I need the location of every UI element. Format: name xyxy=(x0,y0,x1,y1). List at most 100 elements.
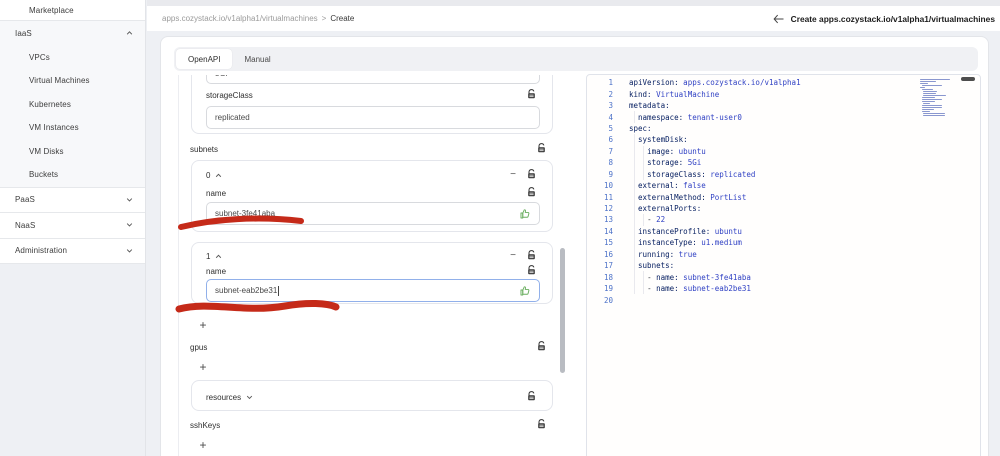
lock-icon[interactable] xyxy=(537,419,546,429)
line-number: 5 xyxy=(608,123,613,133)
system-disk-section-card: 5Gi storageClass replicated xyxy=(191,75,553,134)
tab-manual[interactable]: Manual xyxy=(232,49,282,69)
remove-subnet-1-button[interactable]: − xyxy=(510,251,516,261)
lock-icon[interactable] xyxy=(537,341,546,351)
subnet-0-name-input[interactable]: subnet-3fe41aba xyxy=(206,202,540,225)
top-bar: apps.cozystack.io/v1alpha1/virtualmachin… xyxy=(147,6,1000,31)
line-number: 3 xyxy=(608,101,613,111)
form-scrollbar[interactable] xyxy=(560,248,565,373)
subnet-0-name-label: name xyxy=(206,188,227,198)
sidebar-item-vm-disks[interactable]: VM Disks xyxy=(0,140,145,164)
sidebar-item-label: Buckets xyxy=(29,170,59,180)
lock-icon[interactable] xyxy=(527,250,536,260)
subnet-1-index: 1 xyxy=(206,251,211,261)
line-number: 14 xyxy=(603,226,613,236)
lock-icon[interactable] xyxy=(527,265,536,275)
line-number: 4 xyxy=(608,112,613,122)
sidebar-item-vpcs[interactable]: VPCs xyxy=(0,46,145,70)
sidebar-item-label: NaaS xyxy=(15,220,36,230)
sidebar-item-label: PaaS xyxy=(15,195,35,205)
line-number: 10 xyxy=(603,181,613,191)
subnet-1-name-label: name xyxy=(206,266,227,276)
line-number: 15 xyxy=(603,238,613,248)
thumbs-up-icon[interactable] xyxy=(519,208,531,220)
sidebar-item-buckets[interactable]: Buckets xyxy=(0,163,145,187)
app-root: Marketplace IaaS VPCs Virtual Machines Kuber… xyxy=(0,0,1000,456)
thumbs-up-icon[interactable] xyxy=(519,285,531,297)
lock-icon[interactable] xyxy=(537,143,546,153)
sidebar-item-vm-instances[interactable]: VM Instances xyxy=(0,116,145,140)
sidebar-item-iaas[interactable]: IaaS xyxy=(0,21,145,46)
chevron-down-icon xyxy=(126,223,133,228)
code-line: 20 xyxy=(587,294,980,305)
sidebar-item-label: Marketplace xyxy=(29,5,74,15)
resources-collapse-toggle[interactable]: resources xyxy=(206,390,253,404)
code-line: 8 storage: 5Gi xyxy=(587,157,980,169)
line-number: 2 xyxy=(608,89,613,99)
code-line: 18 - name: subnet-3fe41aba xyxy=(587,271,980,283)
lock-icon[interactable] xyxy=(527,391,536,401)
code-line: 5 spec: xyxy=(587,123,980,134)
storage-value: 5Gi xyxy=(215,75,227,78)
line-number: 13 xyxy=(603,215,613,225)
code-line: 19 - name: subnet-eab2be31 xyxy=(587,282,980,295)
breadcrumb-separator: > xyxy=(321,14,327,23)
sidebar-item-label: VPCs xyxy=(29,52,50,62)
line-number: 20 xyxy=(603,295,613,305)
code-line: 6 systemDisk: xyxy=(587,134,980,146)
code-line: 10 external: false xyxy=(587,179,980,192)
remove-subnet-0-button[interactable]: − xyxy=(510,170,516,180)
sidebar-item-label: IaaS xyxy=(15,28,32,38)
ssh-keys-label: sshKeys xyxy=(190,420,221,430)
subnet-0-index: 0 xyxy=(206,170,211,180)
breadcrumb-item-resource[interactable]: apps.cozystack.io/v1alpha1/virtualmachin… xyxy=(162,14,318,23)
lock-icon[interactable] xyxy=(527,187,536,197)
subnet-1-collapse-toggle[interactable]: 1 xyxy=(206,249,222,263)
lock-icon[interactable] xyxy=(527,89,536,99)
breadcrumb: apps.cozystack.io/v1alpha1/virtualmachin… xyxy=(147,14,354,23)
add-ssh-key-button[interactable]: + xyxy=(195,438,211,452)
minimap[interactable] xyxy=(920,79,966,117)
sidebar-item-marketplace[interactable]: Marketplace xyxy=(0,0,145,20)
code-line: 12 externalPorts: xyxy=(587,202,980,215)
line-number: 1 xyxy=(608,78,613,88)
storage-input[interactable]: 5Gi xyxy=(206,75,540,84)
sidebar-item-label: Administration xyxy=(15,246,68,256)
content-card: OpenAPI Manual 5Gi storageClass replicat… xyxy=(160,36,989,456)
code-line: 17 subnets: xyxy=(587,260,980,272)
line-number: 9 xyxy=(608,169,613,179)
chevron-down-icon xyxy=(246,395,253,400)
add-gpu-button[interactable]: + xyxy=(195,360,211,374)
chevron-down-icon xyxy=(126,248,133,253)
resources-section-card[interactable]: resources xyxy=(191,380,553,411)
sidebar-item-paas[interactable]: PaaS xyxy=(0,188,145,213)
subnet-1-name-input[interactable]: subnet-eab2be31 xyxy=(206,279,540,302)
sidebar-item-kubernetes[interactable]: Kubernetes xyxy=(0,93,145,117)
code-line: 14 instanceProfile: ubuntu xyxy=(587,225,980,238)
form-panel: 5Gi storageClass replicated subnets xyxy=(178,75,571,456)
editor-scrollbar[interactable] xyxy=(961,77,975,81)
line-number: 18 xyxy=(603,272,613,282)
storage-class-input[interactable]: replicated xyxy=(206,106,540,129)
line-number: 17 xyxy=(603,261,613,271)
sidebar-item-label: VM Instances xyxy=(29,123,79,133)
yaml-editor[interactable]: 1 apiVersion: apps.cozystack.io/v1alpha1 2… xyxy=(586,74,981,456)
tab-openapi[interactable]: OpenAPI xyxy=(176,49,233,69)
code-line: 9 storageClass: replicated xyxy=(587,168,980,180)
sidebar-item-virtual-machines[interactable]: Virtual Machines xyxy=(0,69,145,93)
sidebar-item-administration[interactable]: Administration xyxy=(0,239,145,264)
chevron-up-icon xyxy=(215,173,222,178)
lock-icon[interactable] xyxy=(527,169,536,179)
sidebar: Marketplace IaaS VPCs Virtual Machines Kuber… xyxy=(0,0,146,456)
sidebar-item-label: Virtual Machines xyxy=(29,76,90,86)
text-cursor xyxy=(278,285,280,296)
add-subnet-button[interactable]: + xyxy=(195,318,211,332)
subnet-0-collapse-toggle[interactable]: 0 xyxy=(206,168,222,182)
storage-class-label: storageClass xyxy=(206,90,253,100)
sidebar-item-label: VM Disks xyxy=(29,146,64,156)
chevron-up-icon xyxy=(215,254,222,259)
back-button[interactable] xyxy=(772,14,785,24)
sidebar-item-naas[interactable]: NaaS xyxy=(0,213,145,238)
subnet-item-1-card: 1 − name subnet-eab2be31 xyxy=(191,242,553,304)
code-line: 15 instanceType: u1.medium xyxy=(587,237,980,249)
